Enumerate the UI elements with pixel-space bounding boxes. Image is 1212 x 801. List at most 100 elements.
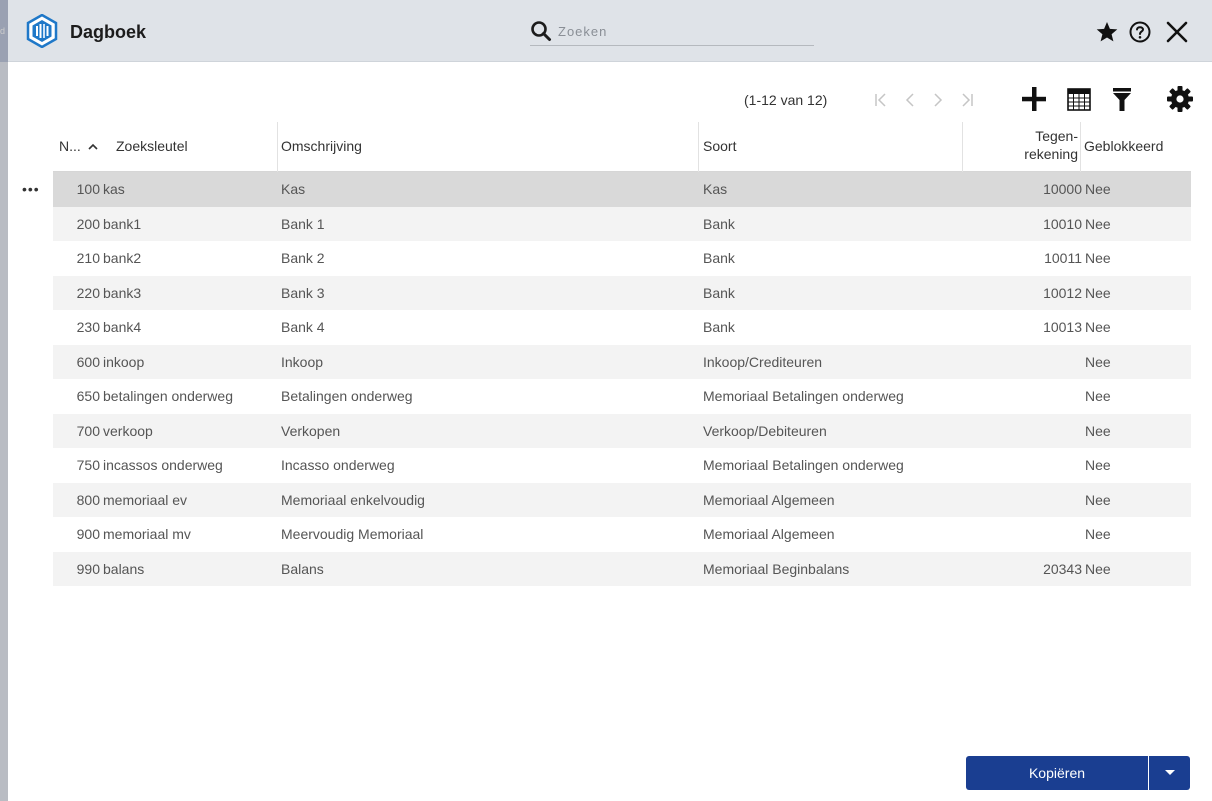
column-header-label: rekening [1024,146,1078,162]
cell-zoeksleutel: incassos onderweg [103,457,223,473]
cell-geblokkeerd: Nee [1085,457,1111,473]
cell-soort: Kas [703,181,728,197]
cell-tegenrekening [963,345,1082,380]
table-row[interactable]: 230 bank4 Bank 4 Bank 10013 Nee [53,310,1191,345]
cell-geblokkeerd: Nee [1085,284,1111,301]
cell-nr: 800 [76,491,100,508]
cell-soort: Memoriaal Betalingen onderweg [703,457,904,473]
cell-geblokkeerd: Nee [1085,422,1111,439]
journal-table: N... Zoeksleutel Omschrijving Soort Tege… [53,120,1191,586]
cell-zoeksleutel: verkoop [103,422,153,439]
table-row[interactable]: 220 bank3 Bank 3 Bank 10012 Nee [53,275,1191,310]
copy-button[interactable]: Kopiëren [966,756,1148,790]
table-body: 100 kas Kas Kas 10000 Nee 200 bank1 Bank… [53,172,1191,586]
table-row[interactable]: 990 balans Balans Memoriaal Beginbalans … [53,551,1191,586]
table-row[interactable]: 210 bank2 Bank 2 Bank 10011 Nee [53,241,1191,276]
table-row[interactable]: 100 kas Kas Kas 10000 Nee [53,172,1191,207]
column-divider[interactable] [277,122,278,172]
cell-zoeksleutel: bank1 [103,215,142,232]
cell-nr: 650 [76,388,100,404]
cell-omschrijving: Balans [281,560,324,577]
left-edge-tab: d [0,0,8,62]
next-page-icon[interactable] [928,90,948,110]
table-row[interactable]: 800 memoriaal ev Memoriaal enkelvoudig M… [53,482,1191,518]
sort-ascending-icon[interactable] [87,140,99,152]
chevron-down-icon [1165,770,1175,775]
cell-tegenrekening: 10000 [1043,181,1082,197]
last-page-icon[interactable] [956,90,976,110]
cell-nr: 750 [76,457,100,473]
search-bar [530,18,814,46]
column-header-geblokkeerd[interactable]: Geblokkeerd [1084,120,1163,172]
column-header-nr[interactable]: N... [59,120,103,172]
filter-icon[interactable] [1108,85,1136,113]
cell-omschrijving: Memoriaal enkelvoudig [281,491,425,508]
cell-nr: 210 [76,250,100,266]
cell-soort: Memoriaal Algemeen [703,491,835,508]
first-page-icon[interactable] [872,90,892,110]
app-logo-icon [25,13,59,49]
cell-soort: Memoriaal Betalingen onderweg [703,388,904,404]
column-header-omschrijving[interactable]: Omschrijving [281,120,362,172]
table-row[interactable]: 700 verkoop Verkopen Verkoop/Debiteuren … [53,413,1191,449]
row-menu-button[interactable]: ••• [22,177,46,201]
cell-geblokkeerd: Nee [1085,526,1111,542]
prev-page-icon[interactable] [900,90,920,110]
cell-omschrijving: Betalingen onderweg [281,388,413,404]
close-icon[interactable] [1165,20,1189,44]
table-row[interactable]: 600 inkoop Inkoop Inkoop/Crediteuren Nee [53,344,1191,380]
cell-soort: Bank [703,250,735,266]
cell-soort: Bank [703,319,735,335]
cell-zoeksleutel: balans [103,560,145,577]
pagination-info: (1-12 van 12) [744,92,828,108]
cell-omschrijving: Incasso onderweg [281,457,395,473]
cell-tegenrekening [963,414,1082,449]
cell-geblokkeerd: Nee [1085,215,1111,232]
help-icon[interactable] [1128,20,1152,44]
cell-tegenrekening [963,483,1082,518]
cell-tegenrekening: 10013 [1043,319,1082,335]
cell-geblokkeerd: Nee [1085,250,1111,266]
copy-dropdown-button[interactable] [1149,756,1190,790]
cell-zoeksleutel: kas [103,181,125,197]
app-header: Dagboek [8,0,1212,62]
cell-tegenrekening [963,517,1082,552]
column-divider[interactable] [962,122,963,172]
cell-zoeksleutel: bank2 [103,250,142,266]
cell-omschrijving: Kas [281,181,306,197]
column-header-tegenrekening[interactable]: Tegen- rekening [965,120,1078,172]
cell-omschrijving: Inkoop [281,353,324,370]
cell-geblokkeerd: Nee [1085,319,1111,335]
left-edge-strip [0,0,8,801]
cell-nr: 230 [76,319,100,335]
add-icon[interactable] [1020,85,1048,113]
calendar-icon[interactable] [1065,85,1093,113]
cell-nr: 220 [76,284,100,301]
column-header-label: N... [59,138,81,154]
search-input[interactable] [558,21,808,41]
column-header-soort[interactable]: Soort [703,120,736,172]
table-row[interactable]: 650 betalingen onderweg Betalingen onder… [53,379,1191,414]
cell-zoeksleutel: memoriaal ev [103,491,188,508]
cell-omschrijving: Bank 4 [281,319,325,335]
cell-omschrijving: Bank 1 [281,215,325,232]
cell-nr: 990 [76,560,100,577]
column-divider[interactable] [698,122,699,172]
cell-tegenrekening: 10012 [1043,284,1082,301]
table-row[interactable]: 750 incassos onderweg Incasso onderweg M… [53,448,1191,483]
search-icon[interactable] [530,20,552,42]
column-divider[interactable] [1080,122,1081,172]
table-header: N... Zoeksleutel Omschrijving Soort Tege… [53,120,1191,172]
cell-tegenrekening [963,379,1082,414]
cell-tegenrekening: 20343 [1043,560,1082,577]
table-row[interactable]: 200 bank1 Bank 1 Bank 10010 Nee [53,206,1191,241]
table-row[interactable]: 900 memoriaal mv Meervoudig Memoriaal Me… [53,517,1191,552]
cell-tegenrekening [963,448,1082,483]
cell-omschrijving: Meervoudig Memoriaal [281,526,424,542]
column-header-zoeksleutel[interactable]: Zoeksleutel [116,120,188,172]
cell-soort: Bank [703,215,735,232]
cell-geblokkeerd: Nee [1085,181,1111,197]
star-icon[interactable] [1095,20,1119,44]
settings-icon[interactable] [1166,85,1194,113]
cell-omschrijving: Bank 3 [281,284,325,301]
